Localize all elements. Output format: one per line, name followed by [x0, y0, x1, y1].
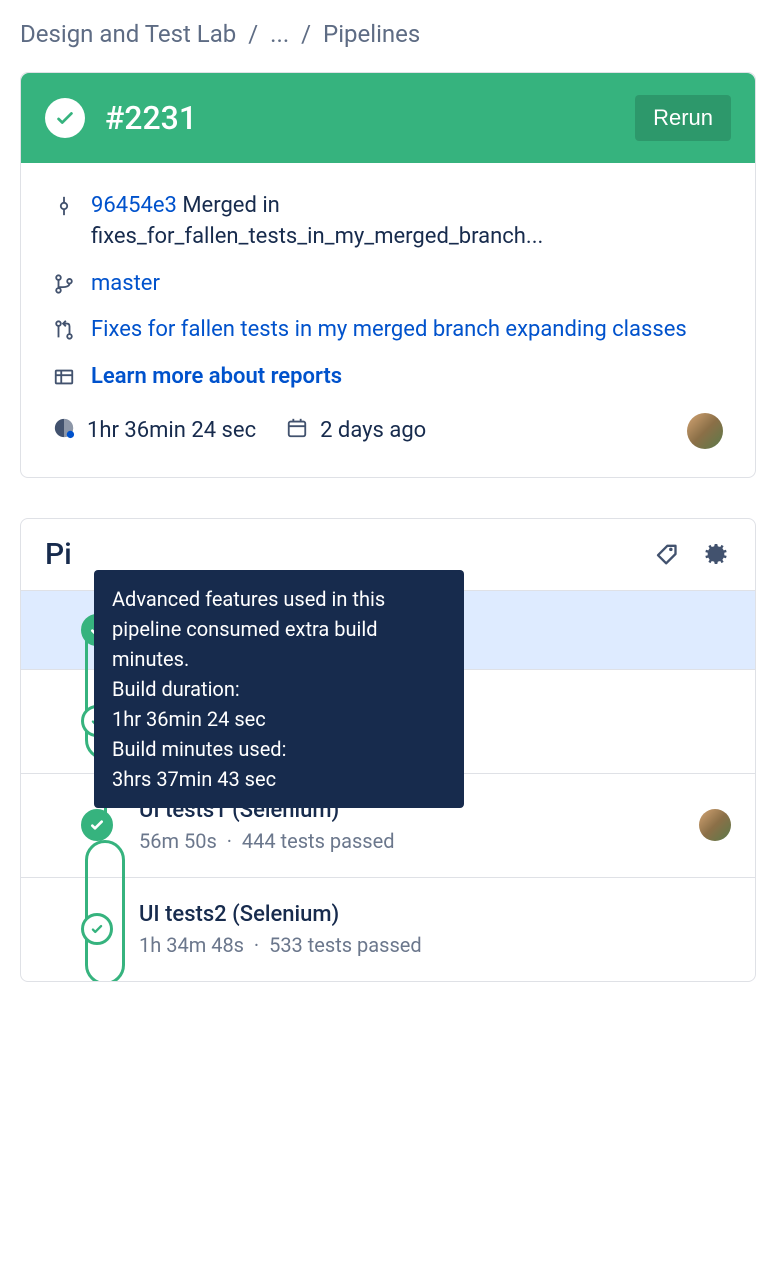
avatar[interactable]	[687, 413, 723, 449]
breadcrumb-separator: /	[301, 20, 311, 48]
status-success-icon	[45, 98, 85, 138]
pipeline-summary-card: #2231 Rerun 96454e3 Merged in fixes_for_…	[20, 72, 756, 478]
pipeline-number: #2231	[105, 99, 197, 137]
step-status-success-icon	[81, 809, 113, 841]
avatar[interactable]	[699, 809, 731, 841]
pipeline-info-section: 96454e3 Merged in fixes_for_fallen_tests…	[21, 163, 755, 477]
pipeline-section-title: Pi	[45, 537, 72, 572]
build-minutes-tooltip: Advanced features used in this pipeline …	[94, 570, 464, 808]
clock-icon	[53, 417, 75, 445]
tooltip-line: Build minutes used:	[112, 734, 446, 764]
pr-row: Fixes for fallen tests in my merged bran…	[53, 315, 723, 346]
breadcrumb-root[interactable]: Design and Test Lab	[20, 20, 236, 48]
breadcrumb: Design and Test Lab / ... / Pipelines	[20, 20, 756, 48]
pull-request-icon	[53, 319, 75, 341]
step-row[interactable]: UI tests2 (Selenium) 1h 34m 48s · 533 te…	[21, 877, 755, 981]
reports-link[interactable]: Learn more about reports	[91, 362, 342, 393]
date-meta: 2 days ago	[286, 417, 426, 445]
tooltip-line: 3hrs 37min 43 sec	[112, 764, 446, 794]
step-meta: 56m 50s · 444 tests passed	[139, 829, 699, 853]
date-text: 2 days ago	[320, 418, 426, 443]
tooltip-line: Build duration:	[112, 674, 446, 704]
calendar-icon	[286, 417, 308, 445]
step-connector	[85, 840, 125, 982]
duration-meta: 1hr 36min 24 sec	[53, 417, 256, 445]
gear-icon[interactable]	[699, 538, 731, 570]
tooltip-line: 1hr 36min 24 sec	[112, 704, 446, 734]
tooltip-line: Advanced features used in this pipeline …	[112, 584, 446, 674]
commit-row: 96454e3 Merged in fixes_for_fallen_tests…	[53, 191, 723, 253]
commit-hash-link[interactable]: 96454e3	[91, 193, 177, 218]
breadcrumb-separator: /	[248, 20, 258, 48]
branch-link[interactable]: master	[91, 269, 160, 300]
breadcrumb-ellipsis[interactable]: ...	[270, 20, 289, 48]
branch-row: master	[53, 269, 723, 300]
tag-icon[interactable]	[649, 538, 681, 570]
step-meta: 1h 34m 48s · 533 tests passed	[139, 933, 731, 957]
commit-icon	[53, 195, 75, 217]
reports-icon	[53, 366, 75, 388]
reports-row: Learn more about reports	[53, 362, 723, 393]
breadcrumb-current[interactable]: Pipelines	[323, 20, 420, 48]
duration-text: 1hr 36min 24 sec	[87, 418, 256, 443]
pr-link[interactable]: Fixes for fallen tests in my merged bran…	[91, 315, 687, 346]
pipeline-header-bar: #2231 Rerun	[21, 73, 755, 163]
step-title: UI tests2 (Selenium)	[139, 902, 731, 927]
branch-icon	[53, 273, 75, 295]
rerun-button[interactable]: Rerun	[635, 95, 731, 141]
meta-row: 1hr 36min 24 sec 2 days ago	[53, 413, 723, 449]
